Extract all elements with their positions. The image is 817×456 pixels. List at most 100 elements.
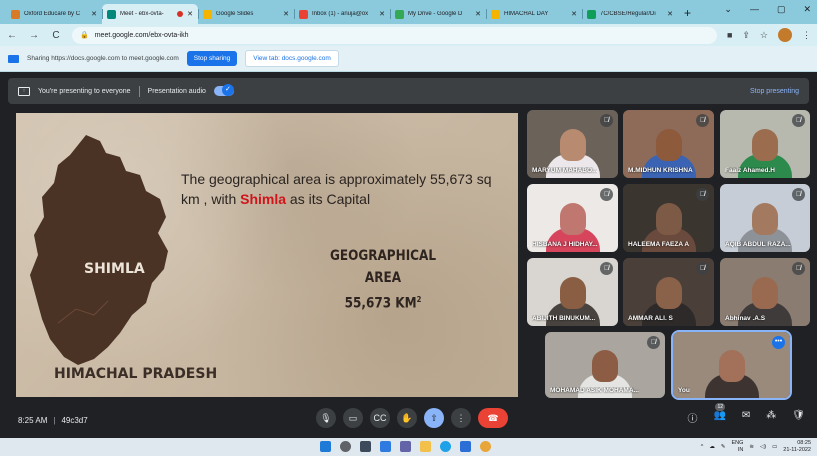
camera-in-use-icon[interactable]: ■: [727, 30, 732, 40]
participant-tile[interactable]: MOHAMAD ASIK MOHAMA... 🎙̸: [545, 332, 665, 398]
close-window-icon[interactable]: ✕: [803, 4, 811, 15]
close-tab-icon[interactable]: ✕: [667, 10, 673, 18]
leave-call-icon[interactable]: ☎: [478, 408, 508, 428]
presenting-bar: ↑ You're presenting to everyone Presenta…: [8, 78, 809, 104]
browser-tab[interactable]: My Drive - Google D ✕: [390, 4, 486, 24]
participant-face: [560, 129, 586, 161]
tray-pen-icon[interactable]: ✎: [721, 444, 726, 450]
self-video-tile[interactable]: You •••: [671, 330, 792, 400]
participant-tile[interactable]: M.MIDHUN KRISHNA 🎙̸: [623, 110, 714, 178]
divider: [138, 85, 140, 97]
participant-name: AMMAR ALI. S: [628, 315, 673, 322]
stop-sharing-button[interactable]: Stop sharing: [186, 51, 238, 66]
tab-search-icon[interactable]: ⌄: [724, 4, 732, 15]
chrome-menu-icon[interactable]: ⋮: [802, 30, 811, 41]
window-controls: ⌄ — ▢ ✕: [724, 4, 811, 15]
search-icon[interactable]: [340, 441, 351, 452]
tray-overflow-icon[interactable]: ^: [701, 444, 704, 450]
browser-tab[interactable]: Meet - ebx-ovta- ✕: [102, 4, 198, 24]
taskbar-clock[interactable]: 08:25 21-11-2022: [783, 440, 811, 454]
store-icon[interactable]: [460, 441, 471, 452]
activities-icon[interactable]: ⁂: [766, 410, 776, 425]
participant-face: [592, 350, 618, 382]
mic-muted-icon: 🎙̸: [792, 114, 805, 127]
meeting-info-icon[interactable]: ⓘ: [687, 410, 697, 425]
battery-icon[interactable]: ▭: [772, 444, 777, 450]
browser-tab-strip: Oxford Educare by C ✕ Meet - ebx-ovta- ✕ Goo…: [0, 0, 817, 24]
participant-tile[interactable]: HALEEMA FAEZA A 🎙̸: [623, 184, 714, 252]
tab-favicon-icon: [203, 9, 212, 19]
share-icon[interactable]: ⇪: [742, 30, 750, 41]
more-options-icon[interactable]: ⋮: [451, 408, 471, 428]
participant-name: HISBANA J HIDHAY...: [532, 241, 598, 248]
browser-tab[interactable]: Oxford Educare by C ✕: [6, 4, 102, 24]
browser-tab[interactable]: HIMACHAL DAY ✕: [486, 4, 582, 24]
raise-hand-icon[interactable]: ✋: [397, 408, 417, 428]
side-panel-controls: ⓘ 👥 12 ✉ ⁂ 🛡: [687, 403, 805, 425]
bookmark-star-icon[interactable]: ☆: [760, 30, 768, 41]
new-tab-button[interactable]: +: [684, 6, 691, 20]
tab-favicon-icon: [107, 9, 116, 19]
start-icon[interactable]: [320, 441, 331, 452]
close-tab-icon[interactable]: ✕: [571, 10, 577, 18]
profile-avatar[interactable]: [778, 28, 792, 42]
close-tab-icon[interactable]: ✕: [283, 10, 289, 18]
sharing-text: Sharing https://docs.google.com to meet.…: [27, 55, 179, 62]
browser-tab[interactable]: 7C/CBSE/Regular/Di ✕: [582, 4, 678, 24]
edge-browser-icon[interactable]: [440, 441, 451, 452]
wifi-icon[interactable]: ≋: [749, 444, 754, 450]
participant-face: [656, 203, 682, 235]
input-language[interactable]: ENG IN: [731, 440, 743, 454]
statement-suffix: as its Capital: [286, 191, 371, 207]
volume-icon[interactable]: ◁): [760, 444, 766, 450]
close-tab-icon[interactable]: ✕: [91, 10, 97, 18]
close-tab-icon[interactable]: ✕: [475, 10, 481, 18]
close-tab-icon[interactable]: ✕: [187, 10, 193, 18]
widgets-icon[interactable]: [380, 441, 391, 452]
chat-icon[interactable]: ✉: [742, 410, 750, 425]
participant-name: ABIJITH BINUKUM...: [532, 315, 596, 322]
maximize-icon[interactable]: ▢: [777, 4, 786, 15]
view-tab-button[interactable]: View tab: docs.google.com: [245, 50, 339, 67]
present-now-icon[interactable]: ⇧: [424, 408, 444, 428]
chat-app-icon[interactable]: [400, 441, 411, 452]
chrome-browser-icon[interactable]: [480, 441, 491, 452]
presentation-audio-toggle[interactable]: [213, 84, 234, 96]
screen-share-icon: [8, 54, 19, 63]
mic-muted-icon: 🎙̸: [600, 262, 613, 275]
tab-title: My Drive - Google D: [408, 11, 463, 17]
microphone-icon[interactable]: 🎙: [316, 408, 336, 428]
participant-tile[interactable]: AMMAR ALI. S 🎙̸: [623, 258, 714, 326]
stop-presenting-button[interactable]: Stop presenting: [750, 88, 799, 95]
task-view-icon[interactable]: [360, 441, 371, 452]
meeting-details: 8:25 AM | 49c3d7: [18, 416, 88, 425]
reload-icon[interactable]: C: [50, 30, 62, 41]
captions-icon[interactable]: CC: [370, 408, 390, 428]
camera-icon[interactable]: ▭: [343, 408, 363, 428]
tab-title: HIMACHAL DAY: [504, 11, 549, 17]
participant-tile[interactable]: Faaiz Ahamed.H 🎙̸: [720, 110, 810, 178]
call-controls: 🎙 ▭ CC ✋ ⇧ ⋮ ☎: [316, 408, 508, 428]
back-icon[interactable]: ←: [6, 30, 18, 41]
file-explorer-icon[interactable]: [420, 441, 431, 452]
forward-icon[interactable]: →: [28, 30, 40, 41]
participant-tile[interactable]: HISBANA J HIDHAY... 🎙̸: [527, 184, 618, 252]
tab-favicon-icon: [491, 9, 500, 19]
tray-app-icon[interactable]: ☁: [709, 444, 715, 450]
browser-tab[interactable]: Google Slides ✕: [198, 4, 294, 24]
participant-tile[interactable]: AQIB ABDUL RAZA... 🎙̸: [720, 184, 810, 252]
people-icon[interactable]: 👥 12: [713, 403, 726, 425]
statement-capital: Shimla: [240, 191, 287, 207]
browser-tab[interactable]: Inbox (1) - anuja@ox ✕: [294, 4, 390, 24]
participant-tile[interactable]: Abhinav .A.S 🎙̸: [720, 258, 810, 326]
mic-muted-icon: 🎙̸: [696, 114, 709, 127]
minimize-icon[interactable]: —: [750, 4, 759, 15]
host-controls-icon[interactable]: 🛡: [792, 410, 805, 425]
participant-tile[interactable]: ABIJITH BINUKUM... 🎙̸: [527, 258, 618, 326]
lock-icon[interactable]: 🔒: [80, 31, 89, 39]
close-tab-icon[interactable]: ✕: [379, 10, 385, 18]
more-options-icon[interactable]: •••: [772, 336, 785, 349]
geographical-area-block: GEOGRAPHICAL AREA 55,673 KM2: [319, 245, 448, 315]
participant-tile[interactable]: MARYUM MAHABO... 🎙̸: [527, 110, 618, 178]
address-bar[interactable]: 🔒 meet.google.com/ebx-ovta-ikh: [72, 26, 717, 44]
